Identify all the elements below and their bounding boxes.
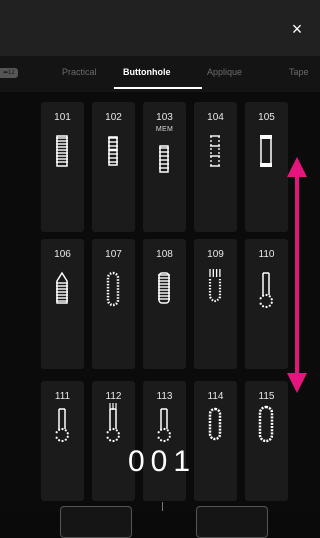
tab-tape[interactable]: Tape [289, 56, 309, 92]
stitch-number: 102 [105, 112, 122, 123]
top-bar: × [0, 0, 320, 56]
stitch-tile-114[interactable]: 114 [194, 381, 237, 501]
stitch-number: 114 [207, 391, 224, 402]
category-tab-bar[interactable]: Practical Buttonhole Applique Tape [0, 56, 320, 92]
stitch-tile-111[interactable]: 111 [41, 381, 84, 501]
stitch-tile-113[interactable]: 113 [143, 381, 186, 501]
stitch-number: 112 [105, 391, 122, 402]
previous-tab-chip[interactable]: ⬅12 [0, 68, 18, 78]
stitch-tile-107[interactable]: 107 [92, 239, 135, 369]
stitch-number: 104 [207, 112, 224, 123]
stitch-number: 107 [105, 249, 122, 260]
memory-badge: MEM [155, 126, 174, 133]
stitch-number: 105 [258, 112, 275, 123]
stitch-number: 106 [54, 249, 71, 260]
stitch-tile-103[interactable]: 103 MEM [143, 102, 186, 232]
stitch-tile-104[interactable]: 104 [194, 102, 237, 232]
stitch-tile-101[interactable]: 101 [41, 102, 84, 232]
stitch-tile-112[interactable]: 112 [92, 381, 135, 501]
stitch-number: 101 [54, 112, 71, 123]
stitch-number: 108 [156, 249, 173, 260]
stitch-tile-106[interactable]: 106 [41, 239, 84, 369]
stitch-number: 103 [156, 112, 173, 123]
stitch-tile-115[interactable]: 115 [245, 381, 288, 501]
stitch-tile-109[interactable]: 109 [194, 239, 237, 369]
tab-practical[interactable]: Practical [62, 56, 97, 92]
tab-applique[interactable]: Applique [207, 56, 242, 92]
stitch-number: 111 [54, 391, 71, 402]
close-icon[interactable]: × [286, 18, 308, 40]
stitch-number: 109 [207, 249, 224, 260]
stitch-counter: 001 [127, 445, 197, 478]
stitch-tile-108[interactable]: 108 [143, 239, 186, 369]
active-tab-indicator [114, 87, 202, 89]
stitch-tile-102[interactable]: 102 [92, 102, 135, 232]
scroll-indicator-icon [287, 157, 307, 393]
bottom-divider [162, 502, 163, 511]
stitch-number: 113 [156, 391, 173, 402]
